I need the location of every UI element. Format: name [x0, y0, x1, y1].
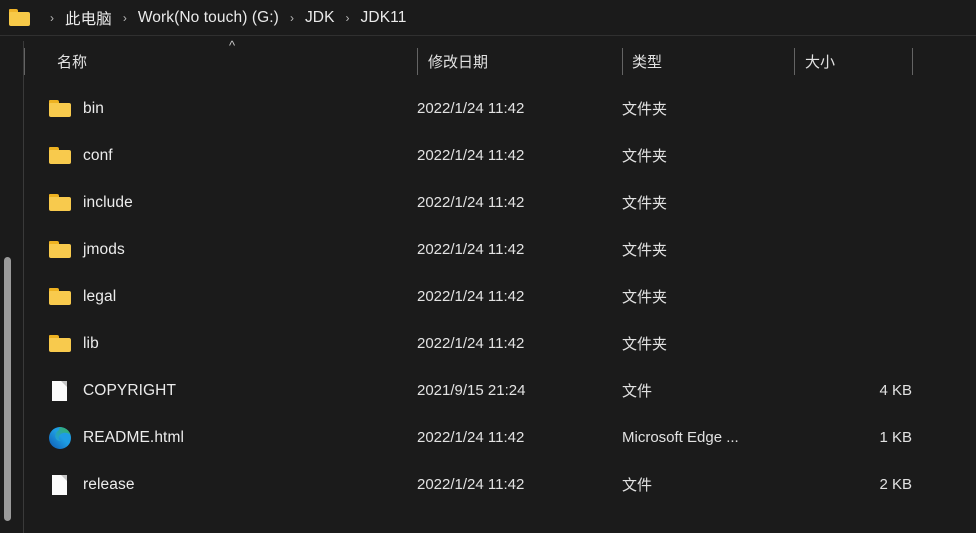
table-row[interactable]: COPYRIGHT 2021/9/15 21:24 文件 4 KB — [24, 367, 976, 414]
column-header-type[interactable]: 类型 — [632, 51, 662, 72]
breadcrumb-separator: › — [122, 10, 127, 25]
column-divider[interactable] — [417, 48, 418, 75]
vertical-scrollbar[interactable] — [2, 40, 13, 527]
table-row[interactable]: bin 2022/1/24 11:42 文件夹 — [24, 85, 976, 132]
document-icon — [48, 473, 72, 497]
cell-name[interactable]: release — [24, 461, 135, 508]
file-list-pane: ^ 名称 修改日期 类型 大小 bin 2022/1/24 11:42 文件夹 con… — [24, 37, 976, 533]
file-name-label: README.html — [83, 428, 185, 446]
cell-type: 文件 — [622, 383, 653, 400]
folder-icon — [48, 332, 72, 356]
cell-name[interactable]: jmods — [24, 226, 125, 273]
scrollbar-thumb[interactable] — [4, 257, 11, 521]
folder-icon — [48, 238, 72, 262]
column-header-date[interactable]: 修改日期 — [428, 51, 488, 72]
cell-name[interactable]: include — [24, 179, 133, 226]
file-name-label: lib — [83, 334, 99, 352]
file-name-label: release — [83, 475, 135, 493]
cell-name[interactable]: conf — [24, 132, 113, 179]
file-row-list: bin 2022/1/24 11:42 文件夹 conf 2022/1/24 11:42… — [24, 85, 976, 508]
table-row[interactable]: release 2022/1/24 11:42 文件 2 KB — [24, 461, 976, 508]
cell-type: 文件夹 — [622, 148, 668, 165]
table-row[interactable]: jmods 2022/1/24 11:42 文件夹 — [24, 226, 976, 273]
cell-size — [694, 226, 912, 273]
folder-icon — [48, 144, 72, 168]
column-divider[interactable] — [622, 48, 623, 75]
folder-icon — [9, 8, 31, 27]
column-header-name[interactable]: 名称 — [57, 51, 87, 72]
cell-modified-date: 2022/1/24 11:42 — [417, 288, 525, 305]
cell-size: 2 KB — [879, 476, 912, 493]
cell-type: 文件夹 — [622, 336, 668, 353]
chevron-up-icon: ^ — [229, 38, 236, 53]
cell-modified-date: 2022/1/24 11:42 — [417, 429, 525, 446]
table-row[interactable]: conf 2022/1/24 11:42 文件夹 — [24, 132, 976, 179]
cell-name[interactable]: lib — [24, 320, 99, 367]
breadcrumb-separator: › — [289, 10, 294, 25]
column-header-size[interactable]: 大小 — [805, 51, 835, 72]
cell-modified-date: 2021/9/15 21:24 — [417, 382, 526, 399]
breadcrumb-item-this-pc[interactable]: 此电脑 — [63, 6, 114, 30]
cell-size — [694, 132, 912, 179]
cell-type: 文件夹 — [622, 101, 668, 118]
folder-icon — [48, 285, 72, 309]
file-name-label: COPYRIGHT — [83, 381, 177, 399]
file-name-label: conf — [83, 146, 113, 164]
edge-icon — [48, 426, 72, 450]
cell-size: 1 KB — [879, 429, 912, 446]
document-icon — [48, 379, 72, 403]
file-name-label: bin — [83, 99, 104, 117]
cell-modified-date: 2022/1/24 11:42 — [417, 100, 525, 117]
breadcrumb[interactable]: › 此电脑 › Work(No touch) (G:) › JDK › JDK1… — [0, 0, 976, 36]
breadcrumb-separator: › — [345, 10, 350, 25]
cell-modified-date: 2022/1/24 11:42 — [417, 194, 525, 211]
column-divider[interactable] — [794, 48, 795, 75]
cell-type: 文件 — [622, 477, 653, 494]
breadcrumb-item-drive[interactable]: Work(No touch) (G:) — [136, 8, 281, 28]
column-header-row: ^ 名称 修改日期 类型 大小 — [24, 37, 976, 85]
cell-type: 文件夹 — [622, 289, 668, 306]
file-name-label: jmods — [83, 240, 125, 258]
cell-size — [694, 273, 912, 320]
folder-icon — [48, 191, 72, 215]
breadcrumb-separator: › — [50, 10, 54, 25]
folder-icon — [48, 97, 72, 121]
cell-modified-date: 2022/1/24 11:42 — [417, 335, 525, 352]
cell-modified-date: 2022/1/24 11:42 — [417, 476, 525, 493]
cell-modified-date: 2022/1/24 11:42 — [417, 147, 525, 164]
cell-name[interactable]: README.html — [24, 414, 184, 461]
table-row[interactable]: legal 2022/1/24 11:42 文件夹 — [24, 273, 976, 320]
file-name-label: legal — [83, 287, 117, 305]
cell-size — [694, 320, 912, 367]
table-row[interactable]: lib 2022/1/24 11:42 文件夹 — [24, 320, 976, 367]
cell-type: 文件夹 — [622, 242, 668, 259]
cell-name[interactable]: legal — [24, 273, 116, 320]
table-row[interactable]: README.html 2022/1/24 11:42 Microsoft Edge… — [24, 414, 976, 461]
cell-name[interactable]: COPYRIGHT — [24, 367, 176, 414]
table-row[interactable]: include 2022/1/24 11:42 文件夹 — [24, 179, 976, 226]
breadcrumb-item-jdk[interactable]: JDK — [303, 8, 337, 28]
file-explorer-window: › 此电脑 › Work(No touch) (G:) › JDK › JDK1… — [0, 0, 976, 533]
cell-size: 4 KB — [879, 382, 912, 399]
column-divider[interactable] — [912, 48, 913, 75]
cell-type: 文件夹 — [622, 195, 668, 212]
column-divider[interactable] — [24, 48, 25, 75]
cell-name[interactable]: bin — [24, 85, 104, 132]
cell-modified-date: 2022/1/24 11:42 — [417, 241, 525, 258]
cell-size — [694, 179, 912, 226]
breadcrumb-item-jdk11[interactable]: JDK11 — [359, 8, 409, 28]
file-name-label: include — [83, 193, 133, 211]
cell-size — [694, 85, 912, 132]
